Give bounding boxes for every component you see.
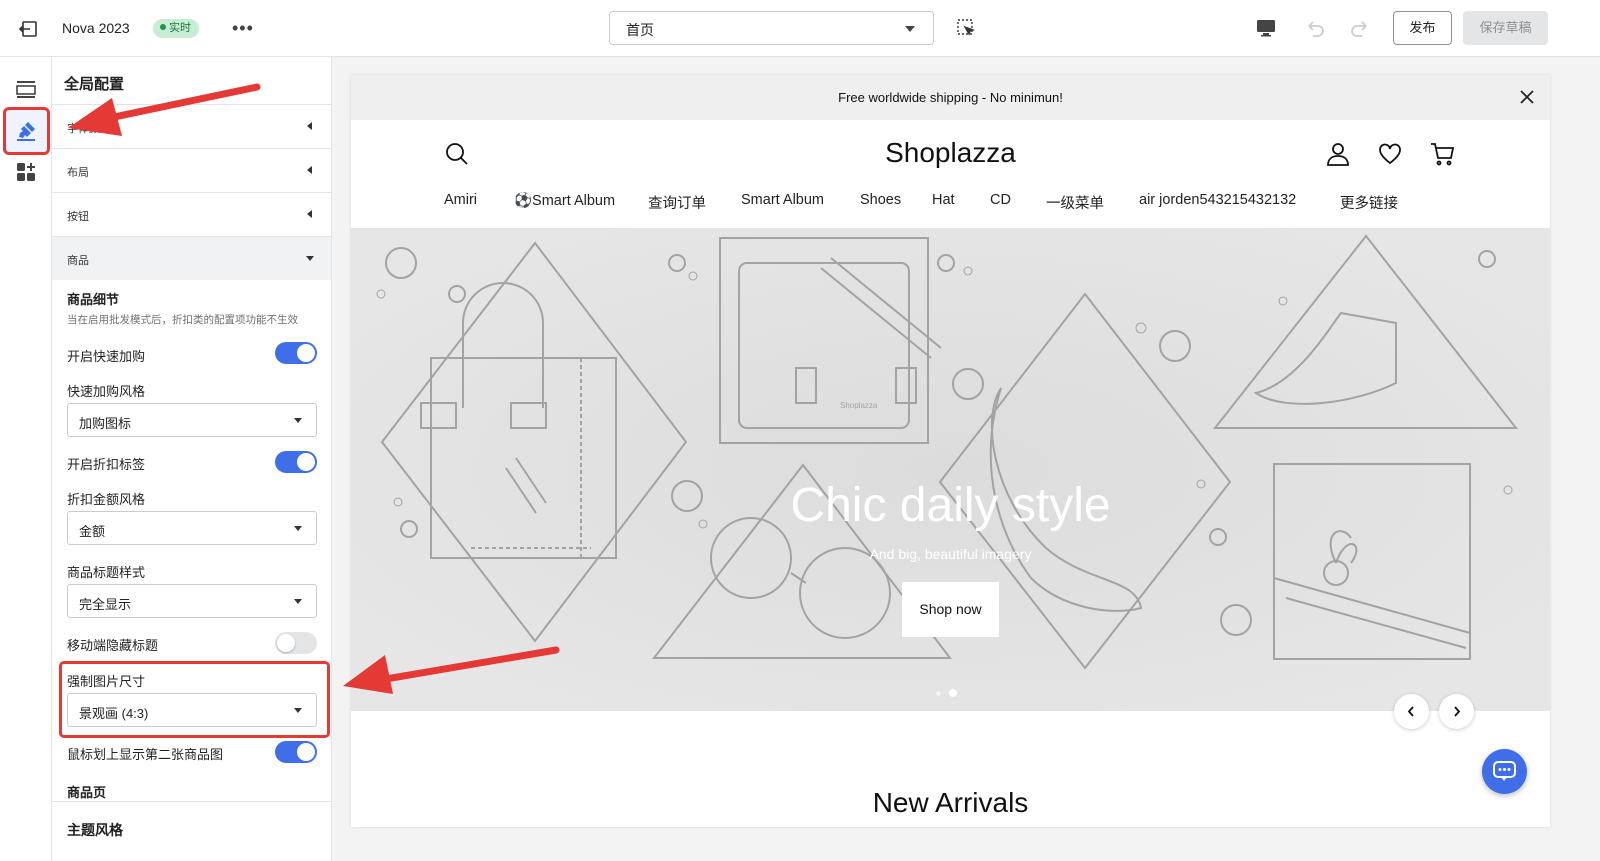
announcement-bar: Free worldwide shipping - No minimun! xyxy=(351,75,1550,120)
hover-second-image-label: 鼠标划上显示第二张商品图 xyxy=(67,747,224,762)
exit-icon[interactable] xyxy=(18,18,40,40)
slide-indicator xyxy=(936,683,965,701)
chevron-left-icon xyxy=(307,166,312,174)
section-layout[interactable]: 布局 xyxy=(52,148,331,192)
theme-name: Nova 2023 xyxy=(62,20,130,36)
save-draft-button[interactable]: 保存草稿 xyxy=(1463,11,1548,45)
apps-icon[interactable] xyxy=(15,161,37,183)
wishlist-heart-icon[interactable] xyxy=(1377,141,1403,167)
storefront-preview: Free worldwide shipping - No minimun! Sh… xyxy=(351,75,1550,827)
select-value: 加购图标 xyxy=(79,416,132,431)
theme-style-title: 主题风格 xyxy=(67,822,123,838)
chat-icon xyxy=(1493,761,1516,781)
slide-dot[interactable] xyxy=(936,691,941,696)
announcement-text: Free worldwide shipping - No minimun! xyxy=(838,90,1063,105)
element-select-icon[interactable] xyxy=(956,18,976,38)
discount-amount-style-label: 折扣金额风格 xyxy=(67,492,146,507)
chevron-left-icon xyxy=(1407,706,1414,717)
chevron-down-icon xyxy=(905,26,915,32)
section-label: 按钮 xyxy=(67,211,89,223)
title-style-select[interactable]: 完全显示 xyxy=(67,584,317,618)
hero-illustration: Shoplazza xyxy=(351,228,1550,711)
nav-link[interactable]: Amiri xyxy=(444,192,477,208)
close-icon[interactable] xyxy=(1518,88,1536,106)
section-buttons[interactable]: 按钮 xyxy=(52,192,331,236)
bag-brand-text: Shoplazza xyxy=(840,401,878,410)
hero-slideshow: Shoplazza Chic daily style And big, beau… xyxy=(351,228,1550,711)
mobile-hide-title-label: 移动端隐藏标题 xyxy=(67,638,159,653)
slide-dot-active[interactable] xyxy=(949,689,957,697)
section-label: 布局 xyxy=(67,167,89,179)
section-label: 商品 xyxy=(67,255,89,267)
chat-support-button[interactable] xyxy=(1482,749,1527,794)
nav-link[interactable]: ⚽Smart Album xyxy=(514,192,615,209)
nav-link[interactable]: 更多链接 xyxy=(1340,192,1398,213)
chevron-right-icon xyxy=(1454,706,1461,717)
publish-button[interactable]: 发布 xyxy=(1393,11,1452,45)
hero-title: Chic daily style xyxy=(790,479,1111,532)
hero-subtitle: And big, beautiful imagery xyxy=(869,546,1032,562)
discount-tag-toggle[interactable] xyxy=(275,451,317,473)
mobile-hide-title-toggle[interactable] xyxy=(275,632,317,654)
discount-amount-style-select[interactable]: 金额 xyxy=(67,511,317,545)
chevron-down-icon xyxy=(306,256,314,261)
nav-link[interactable]: 查询订单 xyxy=(648,192,706,213)
slide-next-button[interactable] xyxy=(1439,694,1474,729)
store-logo[interactable]: Shoplazza xyxy=(351,137,1550,169)
shop-now-button[interactable]: Shop now xyxy=(902,582,999,637)
page-selector[interactable]: 首页 xyxy=(609,11,934,45)
chevron-down-icon xyxy=(294,418,302,423)
product-page-label: 商品页 xyxy=(67,785,107,800)
quick-add-style-select[interactable]: 加购图标 xyxy=(67,403,317,437)
section-font-color[interactable]: 字体颜色 xyxy=(52,104,331,148)
undo-icon[interactable] xyxy=(1304,17,1326,39)
redo-icon[interactable] xyxy=(1349,17,1371,39)
desktop-view-icon[interactable] xyxy=(1255,17,1277,39)
top-bar: Nova 2023 实时 ••• 首页 发布 保存草稿 xyxy=(0,0,1600,57)
title-style-label: 商品标题样式 xyxy=(67,565,146,580)
page-selector-value: 首页 xyxy=(626,22,654,38)
chevron-down-icon xyxy=(294,526,302,531)
section-label: 字体颜色 xyxy=(67,123,111,135)
quick-add-toggle[interactable] xyxy=(275,342,317,364)
nav-link[interactable]: 一级菜单 xyxy=(1046,192,1104,213)
product-details-title: 商品细节 xyxy=(67,292,120,307)
annotation-highlight-box xyxy=(59,661,330,738)
cart-icon[interactable] xyxy=(1429,141,1455,167)
section-product[interactable]: 商品 xyxy=(52,236,331,280)
chevron-left-icon xyxy=(307,210,312,218)
slide-prev-button[interactable] xyxy=(1394,694,1429,729)
nav-link[interactable]: Smart Album xyxy=(741,192,824,208)
hover-second-image-toggle[interactable] xyxy=(275,741,317,763)
product-details-help: 当在启用批发模式后，折扣类的配置项功能不生效 xyxy=(67,314,298,326)
nav-link[interactable]: air jorden543215432132 xyxy=(1139,192,1296,208)
account-icon[interactable] xyxy=(1325,141,1351,167)
icon-rail xyxy=(0,57,52,861)
theme-settings-brush-icon[interactable] xyxy=(15,120,37,142)
chevron-down-icon xyxy=(294,599,302,604)
theme-style-section[interactable]: 主题风格 xyxy=(52,801,331,861)
settings-panel: 全局配置 字体颜色 布局 按钮 商品 商品细节 当在启用批发模式后，折扣类的配置… xyxy=(52,57,332,861)
live-badge: 实时 xyxy=(153,19,199,38)
nav-link[interactable]: CD xyxy=(990,192,1011,208)
select-value: 金额 xyxy=(79,524,106,539)
quick-add-style-label: 快速加购风格 xyxy=(67,384,146,399)
chevron-left-icon xyxy=(307,122,312,130)
nav-link[interactable]: Hat xyxy=(932,192,955,208)
panel-title: 全局配置 xyxy=(64,76,125,93)
more-options-button[interactable]: ••• xyxy=(232,18,254,39)
select-value: 完全显示 xyxy=(79,597,132,612)
nav-link[interactable]: Shoes xyxy=(860,192,901,208)
quick-add-label: 开启快速加购 xyxy=(67,349,146,364)
sections-icon[interactable] xyxy=(15,78,37,100)
section-heading: New Arrivals xyxy=(872,787,1029,818)
discount-tag-label: 开启折扣标签 xyxy=(67,457,146,472)
